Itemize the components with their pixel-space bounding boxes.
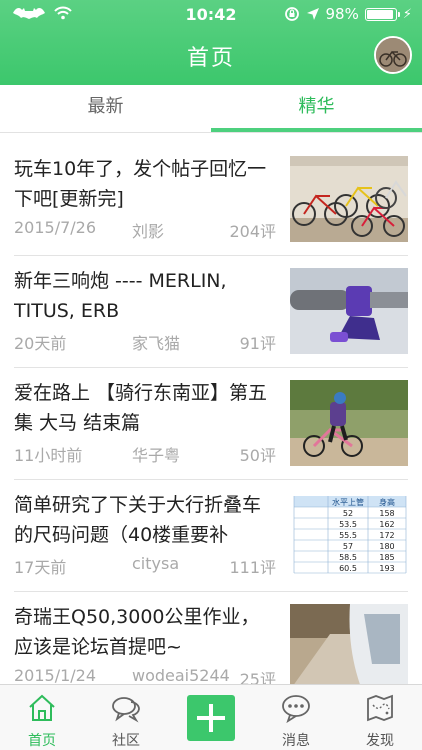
post-date: 11小时前 xyxy=(14,446,83,465)
post-author: citysa xyxy=(132,554,180,573)
post-thumbnail xyxy=(290,604,408,684)
size-table-header: 身高 xyxy=(379,497,395,507)
tabbar-home[interactable]: 首页 xyxy=(0,685,84,750)
size-table-cell: 158 xyxy=(379,509,394,518)
post-meta: 2015/7/26 刘影 204评 xyxy=(14,218,276,244)
post-title: 爱在路上 【骑行东南亚】第五集 大马 结束篇 xyxy=(14,382,268,434)
active-tab-indicator xyxy=(211,128,422,132)
post-meta: 20天前 家飞猫 91评 xyxy=(14,330,276,356)
post-author: 华子粤 xyxy=(132,446,181,465)
post-comment-count: 204评 xyxy=(227,218,276,242)
tabbar-community-label: 社区 xyxy=(112,733,140,749)
post-thumbnail xyxy=(290,380,408,466)
car-road-photo xyxy=(290,604,408,684)
rotation-lock-icon xyxy=(284,7,299,21)
battery-level xyxy=(366,9,394,19)
post-thumbnail xyxy=(290,156,408,242)
size-table-cell: 53.5 xyxy=(339,520,357,529)
post-author: wodeai5244 xyxy=(132,666,230,684)
tabbar-discover[interactable]: 发现 xyxy=(338,685,422,750)
post-item[interactable]: 新年三响炮 ---- MERLIN, TITUS, ERB 20天前 家飞猫 9… xyxy=(0,256,422,368)
post-comment-count: 25评 xyxy=(237,666,276,684)
post-title: 简单研究了下关于大行折叠车的尺码问题（40楼重要补 xyxy=(14,494,262,546)
tab-latest[interactable]: 最新 xyxy=(0,85,211,133)
avatar-image xyxy=(376,38,410,72)
size-table-cell: 52 xyxy=(343,509,353,518)
post-item[interactable]: 玩车10年了，发个帖子回忆一下吧[更新完] 2015/7/26 刘影 204评 xyxy=(0,144,422,256)
post-meta: 2015/1/24 wodeai5244 25评 xyxy=(14,666,276,684)
size-table-cell: 172 xyxy=(379,531,394,540)
post-list: 玩车10年了，发个帖子回忆一下吧[更新完] 2015/7/26 刘影 204评 xyxy=(0,144,422,684)
post-title: 新年三响炮 ---- MERLIN, TITUS, ERB xyxy=(14,270,227,322)
battery-icon xyxy=(364,7,400,21)
post-title: 玩车10年了，发个帖子回忆一下吧[更新完] xyxy=(14,158,267,210)
post-thumbnail: 水平上管 身高 52 158 53.5 162 55.5 172 57 180 58.5 185 60.… xyxy=(290,492,408,578)
post-item[interactable]: 爱在路上 【骑行东南亚】第五集 大马 结束篇 11小时前 华子粤 50评 xyxy=(0,368,422,480)
post-date: 2015/1/24 xyxy=(14,666,97,684)
tabbar-messages[interactable]: 消息 xyxy=(254,685,338,750)
bottom-tab-bar: 首页 社区 消息 发现 xyxy=(0,684,422,750)
post-item[interactable]: 奇瑞王Q50,3000公里作业，应该是论坛首提吧~ 2015/1/24 wode… xyxy=(0,592,422,684)
segment-tabs: 最新 精华 xyxy=(0,85,422,133)
new-post-button[interactable] xyxy=(187,695,235,741)
size-table-cell: 58.5 xyxy=(339,553,357,562)
size-table-cell: 180 xyxy=(379,542,394,551)
size-table-cell: 162 xyxy=(379,520,394,529)
post-comment-count: 91评 xyxy=(237,330,276,354)
post-title: 奇瑞王Q50,3000公里作业，应该是论坛首提吧~ xyxy=(14,606,260,658)
post-item[interactable]: 简单研究了下关于大行折叠车的尺码问题（40楼重要补 17天前 citysa 11… xyxy=(0,480,422,592)
charging-icon: ⚡ xyxy=(402,6,412,22)
message-icon xyxy=(282,695,310,723)
location-arrow-icon xyxy=(306,8,319,20)
battery-percent: 98% xyxy=(325,5,359,23)
tabbar-community[interactable]: 社区 xyxy=(84,685,168,750)
header-bar: 10:42 98% ⚡ 首页 xyxy=(0,0,422,85)
tab-featured[interactable]: 精华 xyxy=(211,85,422,133)
community-icon xyxy=(112,697,140,723)
discover-map-icon xyxy=(367,694,393,722)
size-table-header: 水平上管 xyxy=(332,497,364,507)
size-table-cell: 185 xyxy=(379,553,394,562)
post-comment-count: 111评 xyxy=(227,554,276,578)
bikes-photo xyxy=(290,156,408,242)
size-table-cell: 60.5 xyxy=(339,564,357,573)
size-table-image: 水平上管 身高 52 158 53.5 162 55.5 172 57 180 58.5 185 60.… xyxy=(290,492,408,578)
post-date: 20天前 xyxy=(14,334,67,353)
post-author: 刘影 xyxy=(132,222,165,241)
post-comment-count: 50评 xyxy=(237,442,276,466)
post-meta: 17天前 citysa 111评 xyxy=(14,554,276,580)
home-icon xyxy=(29,694,55,721)
size-table-cell: 57 xyxy=(343,542,353,551)
page-title: 首页 xyxy=(186,46,235,71)
post-date: 17天前 xyxy=(14,558,67,577)
post-thumbnail xyxy=(290,268,408,354)
tabbar-home-label: 首页 xyxy=(28,733,56,749)
status-right: 98% ⚡ xyxy=(284,5,412,23)
size-table-cell: 193 xyxy=(379,564,394,573)
tabbar-messages-label: 消息 xyxy=(282,733,310,749)
post-author: 家飞猫 xyxy=(132,334,181,353)
tabbar-discover-label: 发现 xyxy=(366,733,394,749)
size-table-cell: 55.5 xyxy=(339,531,357,540)
avatar[interactable] xyxy=(374,36,412,74)
status-bar: 10:42 98% ⚡ xyxy=(0,0,422,28)
rider-photo xyxy=(290,380,408,466)
post-meta: 11小时前 华子粤 50评 xyxy=(14,442,276,468)
post-date: 2015/7/26 xyxy=(14,218,97,237)
bike-part-photo xyxy=(290,268,408,354)
